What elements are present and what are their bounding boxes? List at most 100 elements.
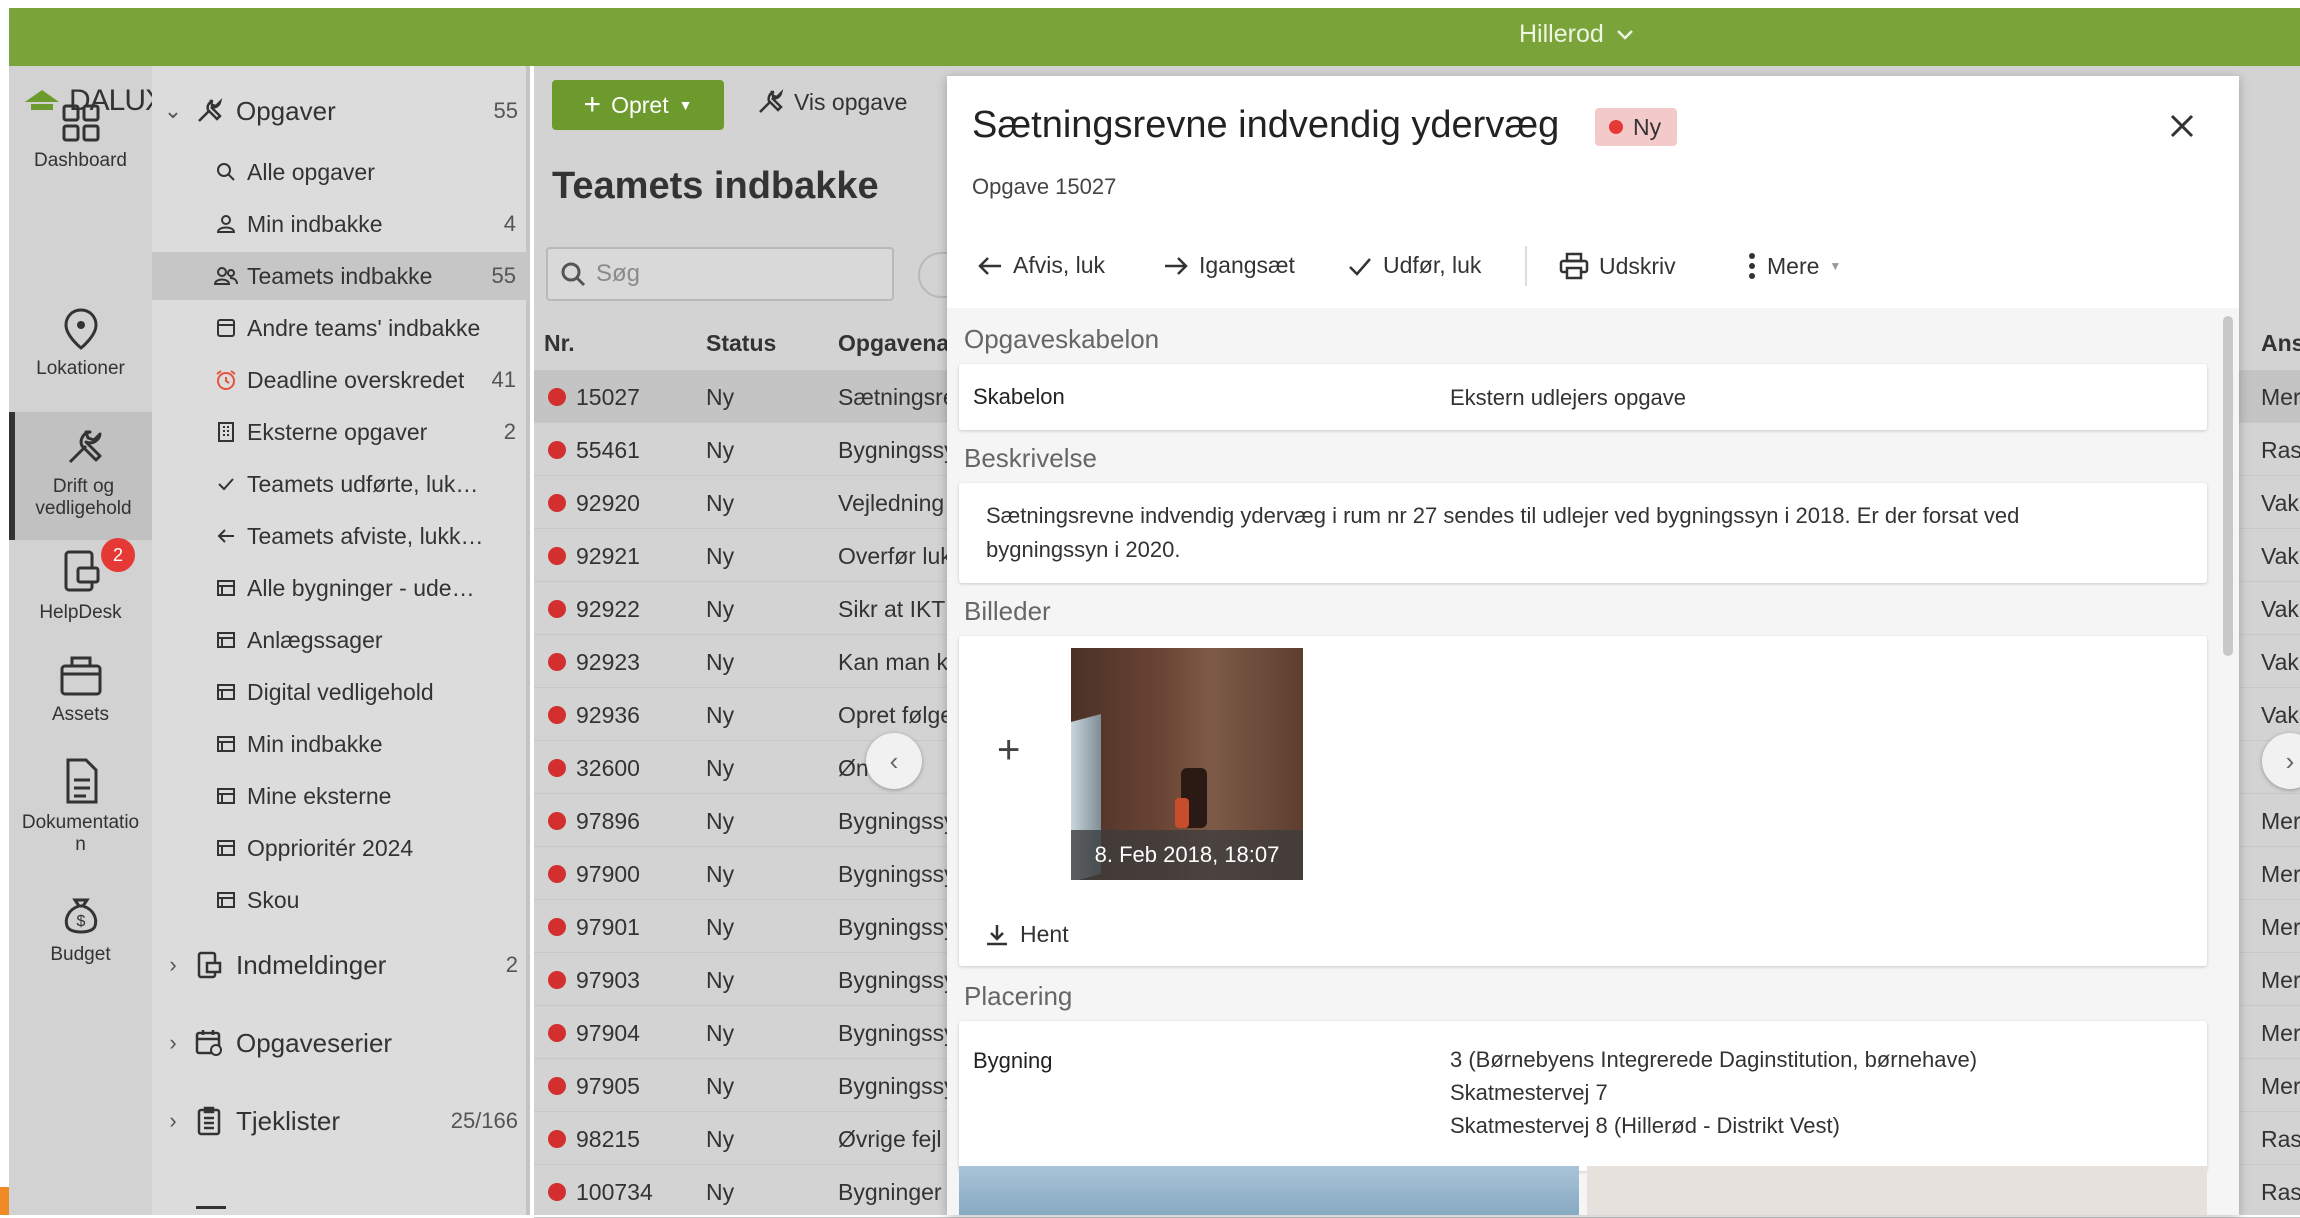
location-map-overview[interactable] xyxy=(959,1166,1579,1215)
task-responsible: Mere xyxy=(2261,384,2300,410)
nav-item-alle-opgaver[interactable]: Alle opgaver xyxy=(152,148,530,196)
nav-item-alle-bygninger[interactable]: Alle bygninger - uden ta… xyxy=(152,564,530,612)
download-button[interactable]: Hent xyxy=(984,921,1069,948)
nav-item-udforte[interactable]: Teamets udførte, lukke… xyxy=(152,460,530,508)
close-button[interactable] xyxy=(2169,106,2195,148)
task-photo[interactable]: 8. Feb 2018, 18:07 xyxy=(1071,648,1303,880)
rail-item-drift[interactable]: Drift og vedligehold xyxy=(9,412,152,540)
search-input[interactable]: Søg xyxy=(546,247,894,301)
status-dot xyxy=(548,1024,566,1042)
document-icon xyxy=(66,758,97,804)
task-number: 97896 xyxy=(576,808,640,834)
detail-header: Sætningsrevne indvendig ydervæg Ny Opgav… xyxy=(947,76,2239,308)
organization-selector[interactable]: Hillerod xyxy=(1519,20,1634,49)
nav-item-anlaegssager[interactable]: Anlægssager xyxy=(152,616,530,664)
start-button[interactable]: Igangsæt xyxy=(1163,252,1295,279)
status-dot xyxy=(548,1130,566,1148)
detail-title: Sætningsrevne indvendig ydervæg xyxy=(972,104,1560,146)
pin-icon xyxy=(63,308,98,350)
task-status: Ny xyxy=(706,1179,735,1205)
view-task-button[interactable]: Vis opgave xyxy=(756,88,907,116)
rail-item-budget[interactable]: $ Budget xyxy=(9,894,152,966)
nav-item-teamets-indbakke[interactable]: Teamets indbakke 55 xyxy=(152,252,530,300)
download-icon xyxy=(987,924,1007,945)
task-status: Ny xyxy=(706,543,735,569)
nav-item-digital-vedligehold[interactable]: Digital vedligehold xyxy=(152,668,530,716)
arrow-left-icon xyxy=(978,256,1001,275)
search-placeholder: Søg xyxy=(596,260,641,287)
task-number: 15027 xyxy=(576,384,640,410)
plus-icon: + xyxy=(583,88,602,121)
status-dot xyxy=(548,812,566,830)
rail-item-dashboard[interactable]: Dashboard xyxy=(9,102,152,172)
rail-item-lokationer[interactable]: Lokationer xyxy=(9,306,152,380)
task-responsible: Mere xyxy=(2261,808,2300,834)
complete-close-button[interactable]: Udfør, luk xyxy=(1347,252,1481,279)
inbox-icon xyxy=(217,319,235,337)
filter-list-icon xyxy=(217,788,235,804)
nav-item-deadline[interactable]: Deadline overskredet 41 xyxy=(152,356,530,404)
detail-subtitle: Opgave 15027 xyxy=(972,174,1117,199)
column-header-responsible[interactable]: Ansv xyxy=(2261,330,2300,357)
reject-close-button[interactable]: Afvis, luk xyxy=(977,252,1105,279)
print-button[interactable]: Udskriv xyxy=(1559,252,1676,280)
building-icon xyxy=(218,422,234,442)
nav-section-opgaveserier[interactable]: › Opgaveserier xyxy=(152,1018,530,1068)
nav-item-afviste[interactable]: Teamets afviste, lukkede xyxy=(152,512,530,560)
nav-item-opprioriter[interactable]: Opprioritér 2024 xyxy=(152,824,530,872)
create-button[interactable]: + Opret ▼ xyxy=(552,80,724,130)
helpdesk-icon xyxy=(197,951,222,979)
column-header-nr[interactable]: Nr. xyxy=(544,330,575,357)
chevron-down-icon: ⌄ xyxy=(163,98,183,123)
box-icon xyxy=(60,656,101,696)
prev-page-button[interactable]: ‹ xyxy=(866,733,922,789)
nav-item-eksterne[interactable]: Eksterne opgaver 2 xyxy=(152,408,530,456)
status-dot xyxy=(548,494,566,512)
status-dot xyxy=(548,653,566,671)
wrench-icon xyxy=(198,97,223,122)
location-values: 3 (Børnebyens Integrerede Daginstitution… xyxy=(1450,1043,1977,1142)
nav-item-mine-eksterne[interactable]: Mine eksterne xyxy=(152,772,530,820)
nav-section-opgaver[interactable]: ⌄ Opgaver 55 xyxy=(152,86,530,136)
nav-section-tjeklister[interactable]: › Tjeklister 25/166 xyxy=(152,1096,530,1146)
svg-text:$: $ xyxy=(76,913,85,930)
status-dot xyxy=(548,759,566,777)
chevron-right-icon: › xyxy=(169,1030,177,1055)
column-header-status[interactable]: Status xyxy=(706,330,776,357)
rail-item-dokumentation[interactable]: Dokumentation xyxy=(9,756,152,856)
nav-item-skou[interactable]: Skou xyxy=(152,876,530,924)
more-vertical-icon xyxy=(1749,253,1755,279)
task-number: 92936 xyxy=(576,702,640,728)
task-responsible: Vaka xyxy=(2261,596,2300,622)
status-dot xyxy=(1609,120,1623,134)
wrench-icon xyxy=(68,430,101,464)
nav-section-indmeldinger[interactable]: › Indmeldinger 2 xyxy=(152,940,530,990)
add-image-button[interactable]: + xyxy=(997,728,1020,773)
filter-list-icon xyxy=(217,840,235,856)
task-responsible: Rasn xyxy=(2261,1179,2300,1205)
detail-scrollbar[interactable] xyxy=(2223,316,2233,656)
corner-marker xyxy=(0,1187,9,1215)
partial-nav-icon xyxy=(196,1206,226,1215)
filter-list-icon xyxy=(217,580,235,596)
nav-item-andre-teams[interactable]: Andre teams' indbakke xyxy=(152,304,530,352)
task-status: Ny xyxy=(706,861,735,887)
nav-item-min-indbakke[interactable]: Min indbakke 4 xyxy=(152,200,530,248)
task-responsible: Vaka xyxy=(2261,543,2300,569)
status-dot xyxy=(548,388,566,406)
location-map-detail[interactable] xyxy=(1587,1166,2207,1215)
check-icon xyxy=(218,478,234,491)
team-icon xyxy=(214,267,238,285)
location-card: Bygning 3 (Børnebyens Integrerede Dagins… xyxy=(959,1021,2207,1171)
rail-item-helpdesk[interactable]: HelpDesk 2 xyxy=(9,538,152,624)
column-header-name[interactable]: Opgavenav xyxy=(838,330,948,357)
task-responsible: Mere xyxy=(2261,1020,2300,1046)
task-number: 97903 xyxy=(576,967,640,993)
rail-item-assets[interactable]: Assets xyxy=(9,654,152,726)
more-menu-button[interactable]: Mere ▼ xyxy=(1747,252,1841,280)
app-rail: DALUX Dashboard Lokationer Drift og vedl… xyxy=(9,66,165,1215)
task-number: 55461 xyxy=(576,437,640,463)
nav-item-min-indbakke-2[interactable]: Min indbakke xyxy=(152,720,530,768)
status-dot xyxy=(548,441,566,459)
description-heading: Beskrivelse xyxy=(964,443,1097,473)
